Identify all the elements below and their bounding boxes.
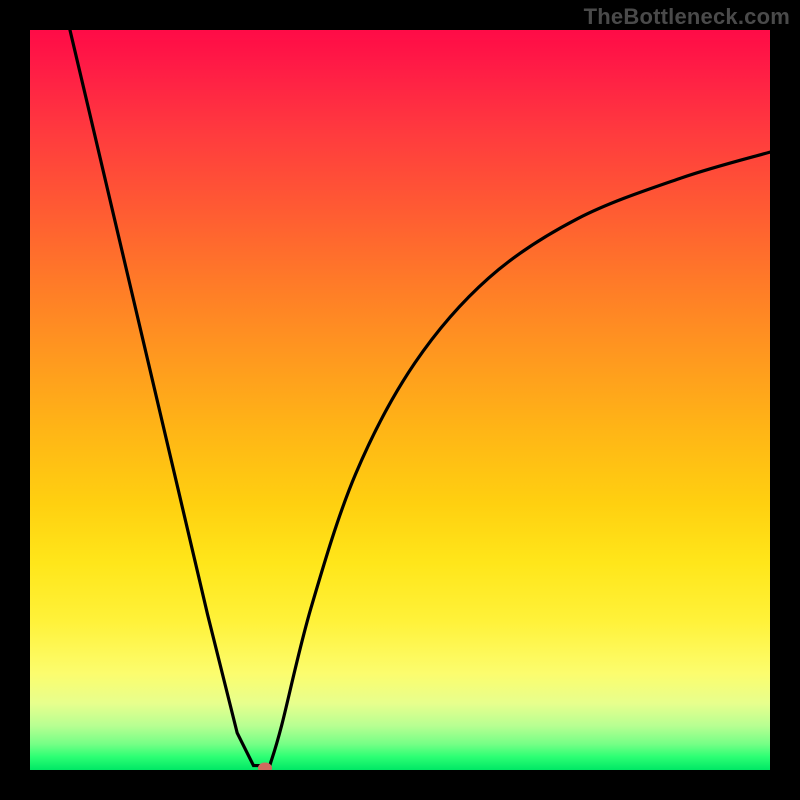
bottleneck-curve — [30, 30, 770, 770]
chart-frame: TheBottleneck.com — [0, 0, 800, 800]
curve-left-branch — [70, 30, 260, 766]
valley-marker-icon — [258, 762, 272, 770]
watermark-text: TheBottleneck.com — [584, 4, 790, 30]
curve-right-branch — [270, 152, 770, 765]
plot-area — [30, 30, 770, 770]
